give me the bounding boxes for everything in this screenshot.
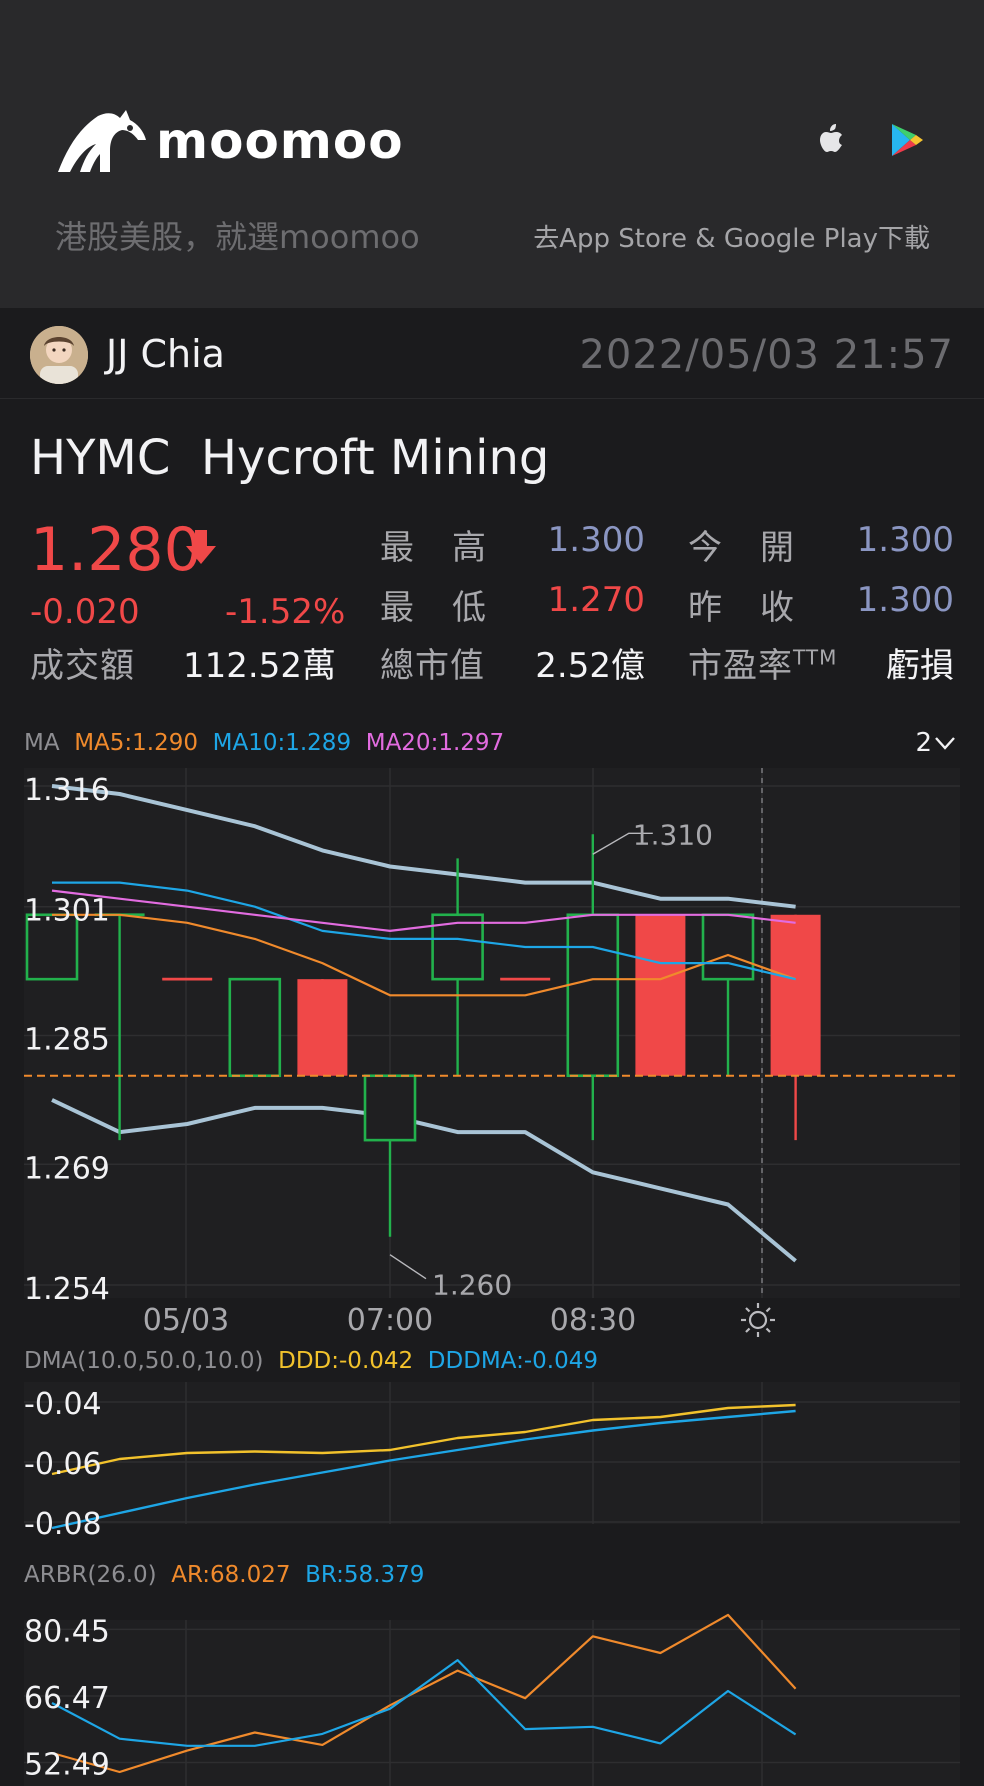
arbr-y-tick-label: 52.49 (24, 1748, 110, 1783)
y-tick-label: 1.254 (24, 1272, 110, 1307)
x-tick-label: 07:00 (347, 1303, 433, 1338)
high-annotation-label: 1.310 (633, 818, 713, 851)
dma-y-tick-label: -0.06 (24, 1447, 102, 1482)
sun-icon-core (748, 1310, 768, 1330)
arbr-y-tick-label: 66.47 (24, 1681, 110, 1716)
x-tick-label: 05/03 (143, 1303, 229, 1338)
candle-body (566, 913, 620, 1078)
arbr-y-tick-label: 80.45 (24, 1614, 110, 1649)
y-tick-label: 1.285 (24, 1023, 110, 1058)
candle-body (701, 913, 755, 981)
sun-icon (741, 1303, 775, 1337)
candle-body (363, 1074, 417, 1142)
sun-icon-ray (765, 1307, 771, 1313)
sun-icon-ray (745, 1307, 751, 1313)
candle-body (635, 914, 686, 1076)
arbr-panel-bg (24, 1620, 960, 1786)
candle-body (770, 914, 821, 1076)
sun-icon-ray (765, 1327, 771, 1333)
candle-body (297, 979, 348, 1076)
sun-icon-ray (745, 1327, 751, 1333)
y-tick-label: 1.301 (24, 894, 110, 929)
y-tick-label: 1.316 (24, 773, 110, 808)
candle-body (228, 977, 282, 1078)
low-annotation-label: 1.260 (432, 1269, 512, 1302)
stock-chart[interactable]: 1.316 1.301 1.285 1.269 1.254 1.310 1.260 05/03… (0, 0, 984, 1786)
x-tick-label: 08:30 (550, 1303, 636, 1338)
y-tick-label: 1.269 (24, 1151, 110, 1186)
dma-y-tick-label: -0.08 (24, 1507, 102, 1542)
dma-y-tick-label: -0.04 (24, 1387, 102, 1422)
